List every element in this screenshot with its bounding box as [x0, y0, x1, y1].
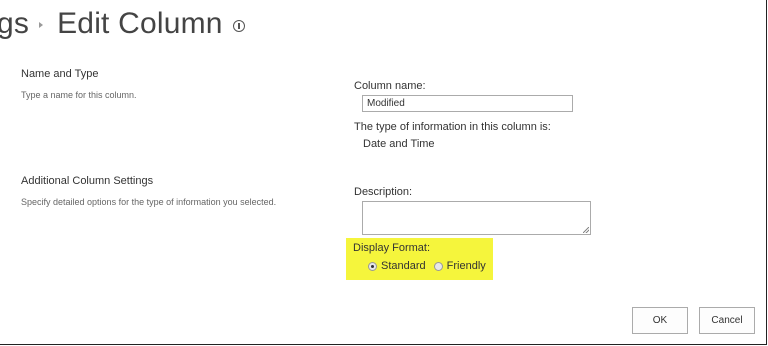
name-type-description: Type a name for this column.: [21, 90, 137, 100]
resize-grip-icon[interactable]: [583, 227, 589, 233]
additional-settings-heading: Additional Column Settings: [21, 175, 154, 187]
column-type-label: The type of information in this column i…: [354, 121, 551, 133]
friendly-radio-label[interactable]: Friendly: [447, 260, 486, 272]
description-textarea[interactable]: [362, 201, 591, 235]
breadcrumb-previous[interactable]: gs: [0, 7, 29, 41]
friendly-radio[interactable]: [433, 261, 443, 271]
additional-settings-description: Specify detailed options for the type of…: [21, 197, 277, 207]
description-label: Description:: [354, 186, 413, 198]
ok-button[interactable]: OK: [632, 307, 688, 334]
breadcrumb-separator-icon: [39, 22, 44, 28]
column-type-value: Date and Time: [363, 138, 435, 150]
display-format-options: Standard Friendly: [368, 260, 486, 272]
display-format-highlight: Display Format: Standard Friendly: [346, 238, 493, 280]
info-icon[interactable]: [232, 20, 245, 32]
standard-radio-label[interactable]: Standard: [381, 260, 426, 272]
column-name-label: Column name:: [354, 80, 426, 92]
cancel-button[interactable]: Cancel: [699, 307, 755, 334]
title-row: gs Edit Column: [0, 4, 245, 44]
name-type-heading: Name and Type: [21, 68, 99, 80]
display-format-label: Display Format:: [353, 242, 431, 254]
page-title: Edit Column: [57, 7, 223, 40]
page-frame: [0, 0, 767, 345]
column-name-input[interactable]: [362, 95, 573, 112]
standard-radio[interactable]: [368, 261, 377, 271]
